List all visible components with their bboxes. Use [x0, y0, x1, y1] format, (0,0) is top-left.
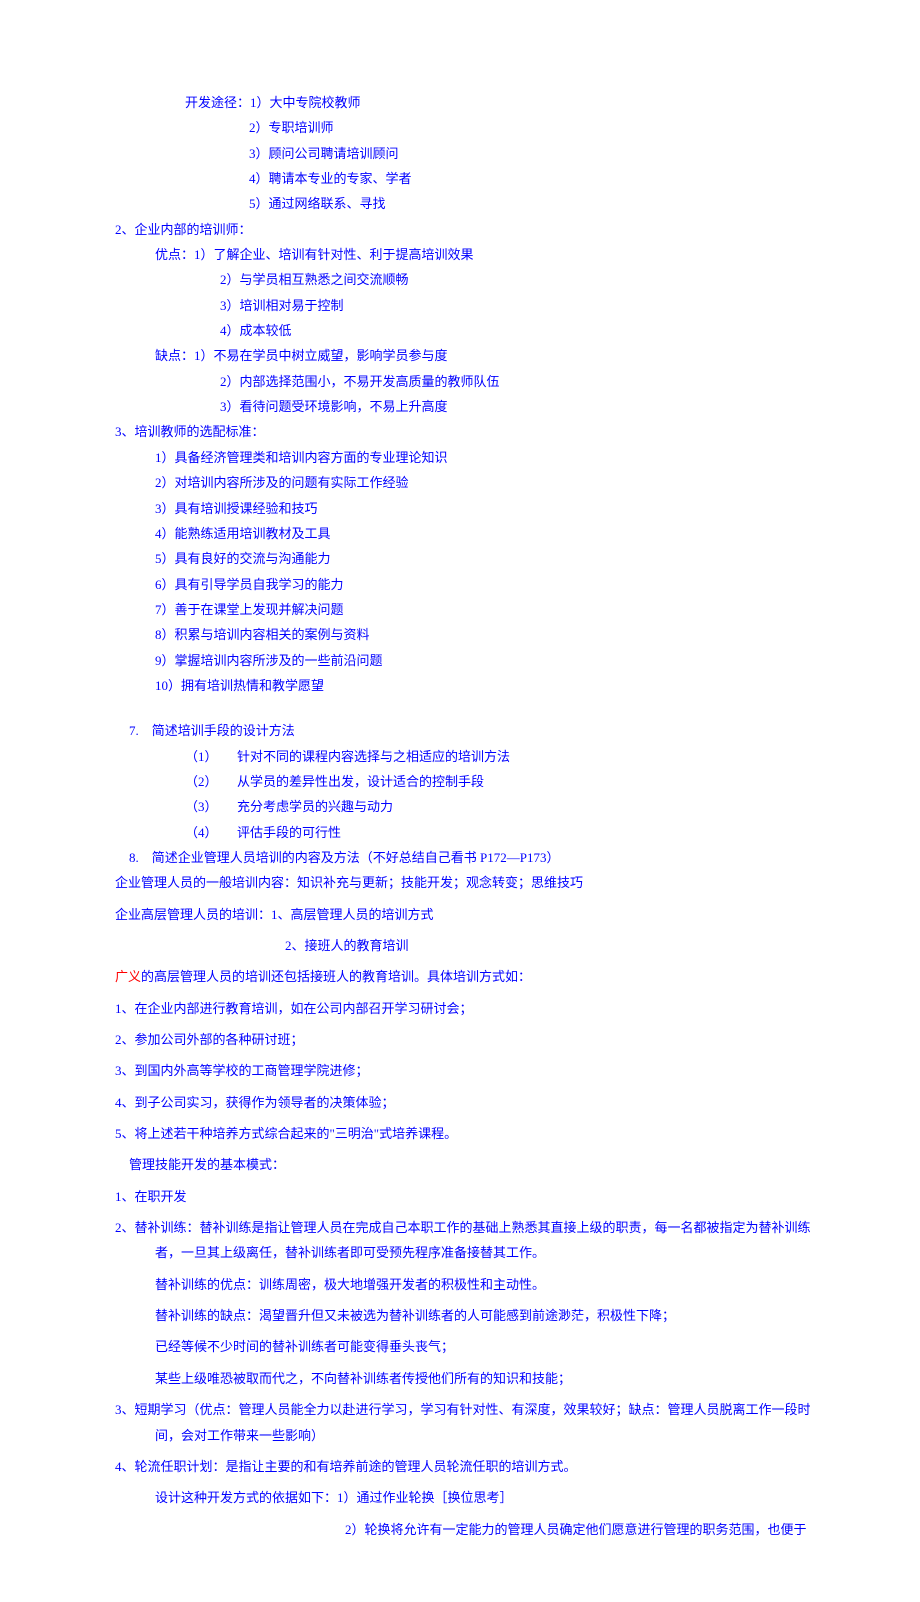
text: 5）通过网络联系、寻找	[115, 191, 820, 216]
text: 2、企业内部的培训师：	[115, 217, 820, 242]
text: 4）能熟练适用培训教材及工具	[115, 521, 820, 546]
text: 2）与学员相互熟悉之间交流顺畅	[115, 267, 820, 292]
text: 4）聘请本专业的专家、学者	[115, 166, 820, 191]
text: 的高层管理人员的培训还包括接班人的教育培训。具体培训方式如：	[141, 969, 531, 984]
text: 替补训练的缺点：渴望晋升但又未被选为替补训练者的人可能感到前途渺茫，积极性下降；	[115, 1303, 820, 1328]
text: 1、在职开发	[115, 1184, 820, 1209]
text: 9）掌握培训内容所涉及的一些前沿问题	[115, 648, 820, 673]
text: 企业高层管理人员的培训：1、高层管理人员的培训方式	[115, 902, 820, 927]
text: 2、接班人的教育培训	[115, 933, 820, 958]
text: 设计这种开发方式的依据如下：1）通过作业轮换［换位思考］	[115, 1485, 820, 1510]
text: 2、替补训练：替补训练是指让管理人员在完成自己本职工作的基础上熟悉其直接上级的职…	[115, 1215, 820, 1266]
text: 2）轮换将允许有一定能力的管理人员确定他们愿意进行管理的职务范围，也便于	[115, 1517, 820, 1542]
text: 5、将上述若干种培养方式综合起来的"三明治"式培养课程。	[115, 1121, 820, 1146]
text: 5）具有良好的交流与沟通能力	[115, 546, 820, 571]
text: （3） 充分考虑学员的兴趣与动力	[115, 794, 820, 819]
text: 3、培训教师的选配标准：	[115, 419, 820, 444]
text: 替补训练的优点：训练周密，极大地增强开发者的积极性和主动性。	[115, 1272, 820, 1297]
text: 2、参加公司外部的各种研讨班；	[115, 1027, 820, 1052]
text: 4、到子公司实习，获得作为领导者的决策体验；	[115, 1090, 820, 1115]
text: 3、短期学习（优点：管理人员能全力以赴进行学习，学习有针对性、有深度，效果较好；…	[115, 1397, 820, 1448]
text: 3）看待问题受环境影响，不易上升高度	[115, 394, 820, 419]
text: 2）内部选择范围小，不易开发高质量的教师队伍	[115, 369, 820, 394]
text: （4） 评估手段的可行性	[115, 820, 820, 845]
text: 2）专职培训师	[115, 115, 820, 140]
text: 4）成本较低	[115, 318, 820, 343]
text: 3）顾问公司聘请培训顾问	[115, 141, 820, 166]
text: 缺点：1）不易在学员中树立威望，影响学员参与度	[115, 343, 820, 368]
text: 7）善于在课堂上发现并解决问题	[115, 597, 820, 622]
text: 管理技能开发的基本模式：	[115, 1152, 820, 1177]
text: 优点：1）了解企业、培训有针对性、利于提高培训效果	[115, 242, 820, 267]
text: 开发途径：1）大中专院校教师	[115, 90, 820, 115]
text: 1、在企业内部进行教育培训，如在公司内部召开学习研讨会；	[115, 996, 820, 1021]
text: 3、到国内外高等学校的工商管理学院进修；	[115, 1058, 820, 1083]
text: 8. 简述企业管理人员培训的内容及方法（不好总结自己看书 P172—P173）	[115, 845, 820, 870]
text: 4、轮流任职计划：是指让主要的和有培养前途的管理人员轮流任职的培训方式。	[115, 1454, 820, 1479]
text-highlight: 广义	[115, 969, 141, 984]
text: 3）培训相对易于控制	[115, 293, 820, 318]
text: 企业管理人员的一般培训内容：知识补充与更新；技能开发；观念转变；思维技巧	[115, 870, 820, 895]
text: 10）拥有培训热情和教学愿望	[115, 673, 820, 698]
text: 3）具有培训授课经验和技巧	[115, 496, 820, 521]
text: 8）积累与培训内容相关的案例与资料	[115, 622, 820, 647]
text: 6）具有引导学员自我学习的能力	[115, 572, 820, 597]
text: 2）对培训内容所涉及的问题有实际工作经验	[115, 470, 820, 495]
text: 已经等候不少时间的替补训练者可能变得垂头丧气；	[115, 1334, 820, 1359]
text: （2） 从学员的差异性出发，设计适合的控制手段	[115, 769, 820, 794]
text: 广义的高层管理人员的培训还包括接班人的教育培训。具体培训方式如：	[115, 964, 820, 989]
text: 7. 简述培训手段的设计方法	[115, 718, 820, 743]
text: （1） 针对不同的课程内容选择与之相适应的培训方法	[115, 744, 820, 769]
text: 某些上级唯恐被取而代之，不向替补训练者传授他们所有的知识和技能；	[115, 1366, 820, 1391]
text: 1）具备经济管理类和培训内容方面的专业理论知识	[115, 445, 820, 470]
